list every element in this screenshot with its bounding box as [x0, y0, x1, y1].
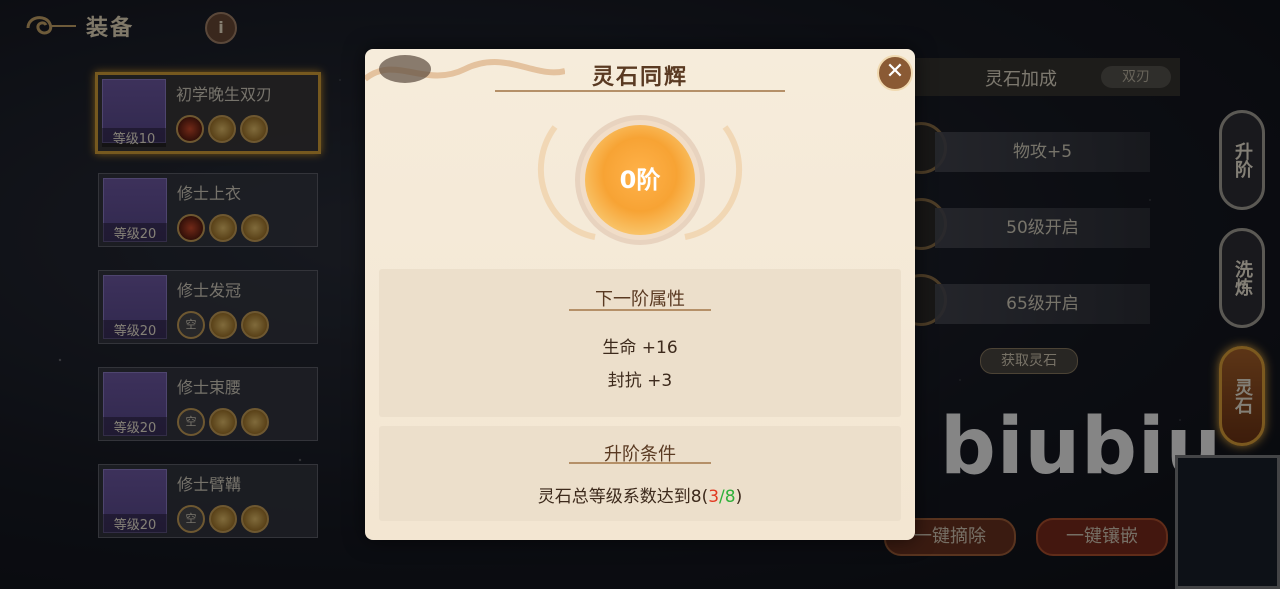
condition-text: 灵石总等级系数达到8(3/8) — [537, 487, 743, 507]
spirit-stone-dialog: 灵石同辉 ✕ 0阶 下一阶属性 生命 +16 封抗 +3 升阶条件 灵石总等级系… — [365, 49, 915, 540]
condition-required: 8 — [724, 487, 736, 507]
stage-label: 0阶 — [619, 166, 661, 194]
dialog-title: 灵石同辉 — [591, 65, 688, 90]
section-divider — [569, 462, 711, 464]
close-button[interactable]: ✕ — [877, 55, 913, 91]
condition-current: 3 — [708, 487, 720, 507]
section-divider — [569, 309, 711, 311]
condition-prefix: 灵石总等级系数达到8 — [537, 487, 702, 507]
stage-orb: 0阶 — [515, 107, 765, 257]
attribute-line: 封抗 +3 — [607, 371, 673, 391]
title-divider — [495, 90, 785, 92]
next-stage-section: 下一阶属性 生命 +16 封抗 +3 — [379, 269, 901, 417]
next-stage-title: 下一阶属性 — [595, 289, 685, 310]
attribute-line: 生命 +16 — [602, 338, 678, 358]
upgrade-condition-section: 升阶条件 灵石总等级系数达到8(3/8) — [379, 426, 901, 521]
